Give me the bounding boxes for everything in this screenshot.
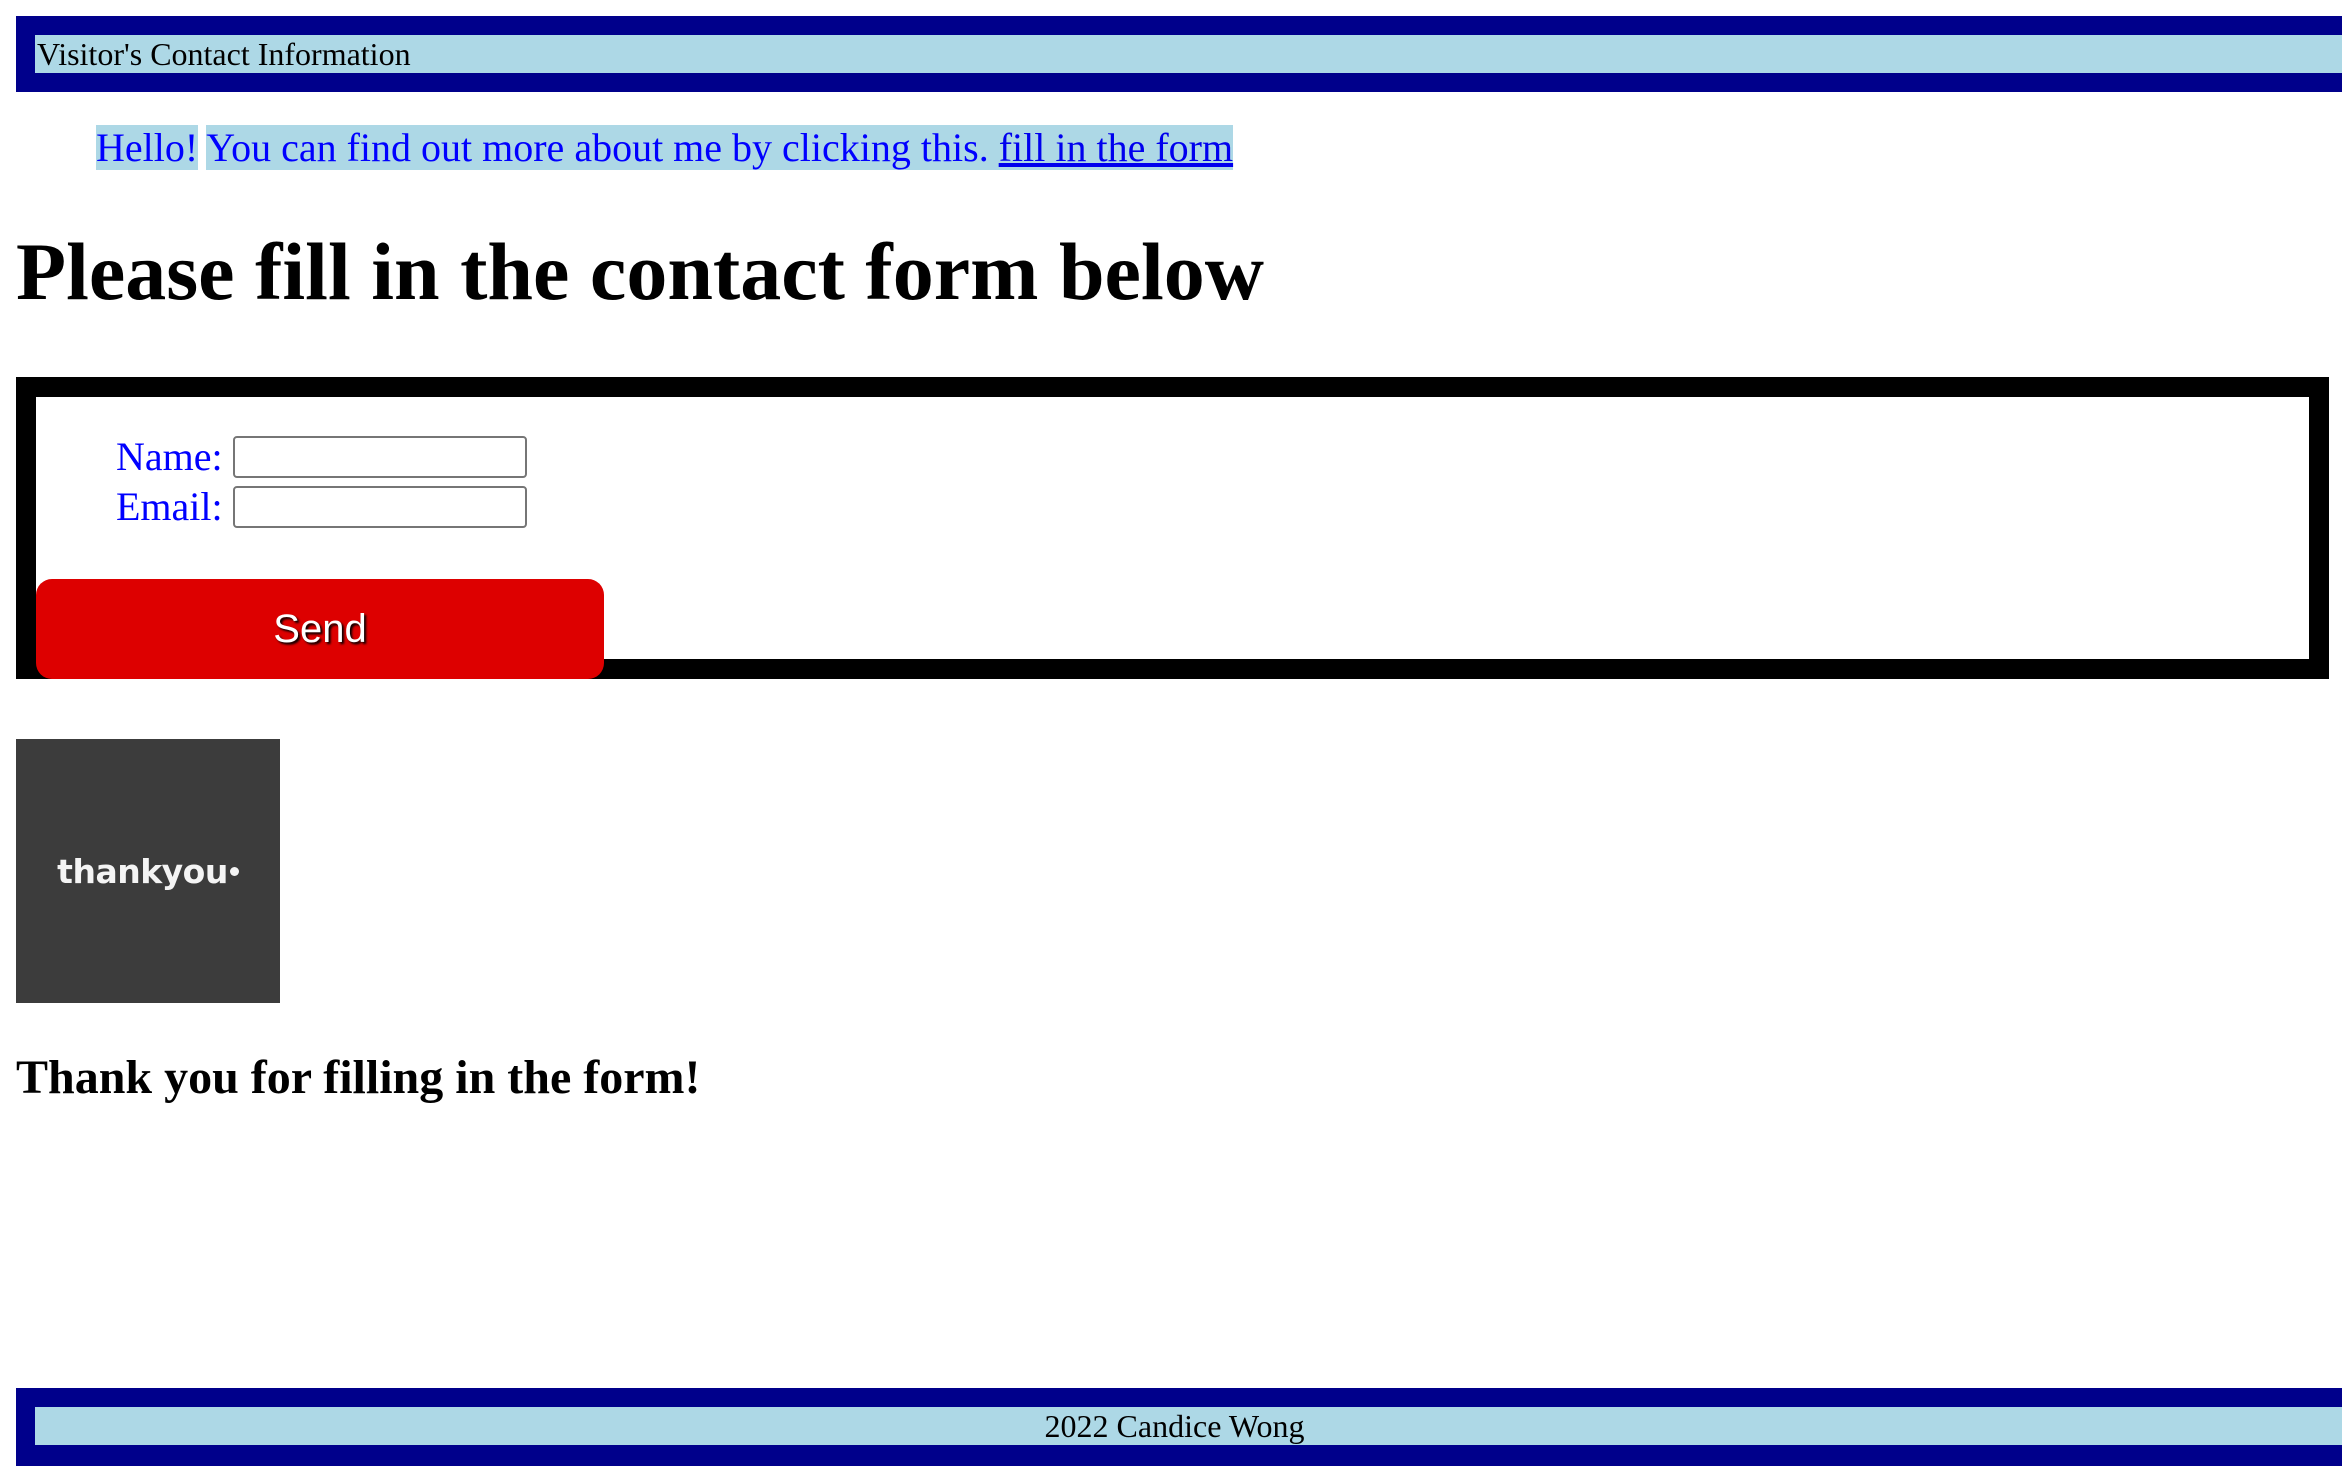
email-input[interactable]	[232, 485, 527, 528]
contact-form: Name: Email: Send	[16, 377, 2329, 679]
header-title: Visitor's Contact Information	[35, 35, 2342, 73]
email-label: Email:	[116, 484, 223, 529]
name-row: Name:	[116, 433, 527, 480]
intro-paragraph: Hello! You can find out more about me by …	[96, 124, 1234, 172]
footer-bar: 2022 Candice Wong	[16, 1388, 2342, 1466]
thankyou-logo-text: thankyou	[57, 851, 228, 891]
header-bar: Visitor's Contact Information	[16, 16, 2342, 92]
email-row: Email:	[116, 483, 527, 530]
footer-text: 2022 Candice Wong	[35, 1407, 2342, 1445]
thankyou-image: thankyou	[16, 739, 280, 1003]
name-input[interactable]	[232, 435, 527, 478]
thanks-heading: Thank you for filling in the form!	[16, 1051, 701, 1104]
intro-greeting: Hello!	[96, 125, 199, 170]
intro-text: You can find out more about me by clicki…	[206, 125, 989, 170]
page-title: Please fill in the contact form below	[16, 226, 1264, 317]
send-button[interactable]: Send	[36, 579, 604, 679]
fill-form-link[interactable]: fill in the form	[998, 125, 1234, 170]
thankyou-logo-dot	[229, 866, 239, 876]
name-label: Name:	[116, 434, 223, 479]
